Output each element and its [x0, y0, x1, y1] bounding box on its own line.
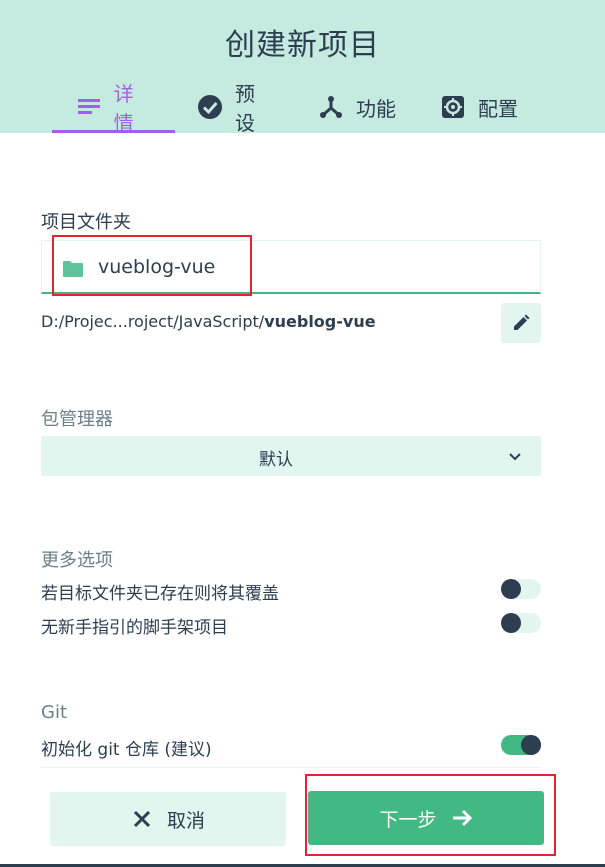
cancel-label: 取消: [166, 809, 205, 832]
toggle-knob: [521, 735, 541, 755]
git-init-label: 初始化 git 仓库 (建议): [41, 740, 212, 760]
tab-config[interactable]: 配置: [418, 88, 553, 126]
git-label: Git: [41, 702, 68, 723]
edit-path-button[interactable]: [501, 303, 541, 343]
tab-features-label: 功能: [356, 96, 396, 121]
gear-icon: [440, 94, 466, 120]
overwrite-option-label: 若目标文件夹已存在则将其覆盖: [41, 584, 279, 604]
header: 创建新项目 详情 预设 功能 配置: [0, 0, 605, 135]
package-manager-select[interactable]: 默认: [41, 436, 541, 476]
tab-features[interactable]: 功能: [296, 88, 418, 126]
no-guide-toggle[interactable]: [501, 613, 541, 633]
tab-config-label: 配置: [478, 96, 518, 121]
cancel-button[interactable]: 取消: [50, 792, 286, 846]
highlight-box-folder: [52, 235, 252, 296]
chevron-down-icon: [507, 448, 523, 464]
git-init-toggle[interactable]: [501, 735, 541, 755]
tab-bar: 详情 预设 功能 配置: [52, 82, 553, 135]
pencil-icon: [512, 314, 530, 332]
project-path: D:/Projec...roject/JavaScript/vueblog-vu…: [41, 312, 376, 331]
more-options-label: 更多选项: [41, 550, 113, 571]
list-icon: [76, 94, 102, 120]
tab-presets-label: 预设: [235, 82, 255, 135]
project-path-prefix: D:/Projec...roject/JavaScript/: [41, 312, 265, 331]
tab-details-label: 详情: [113, 82, 134, 135]
check-circle-icon: [197, 94, 223, 120]
package-manager-label: 包管理器: [41, 409, 113, 430]
package-manager-value: 默认: [259, 450, 293, 470]
project-path-folder: vueblog-vue: [264, 312, 376, 331]
tab-presets[interactable]: 预设: [175, 82, 296, 135]
project-folder-label: 项目文件夹: [41, 212, 131, 233]
close-icon: [131, 808, 153, 830]
toggle-knob: [501, 613, 521, 633]
overwrite-toggle[interactable]: [501, 579, 541, 599]
page-title: 创建新项目: [225, 28, 380, 63]
toggle-knob: [501, 579, 521, 599]
no-guide-option-label: 无新手指引的脚手架项目: [41, 618, 228, 638]
highlight-box-next: [305, 774, 556, 856]
tab-details[interactable]: 详情: [52, 82, 175, 135]
fork-icon: [318, 94, 344, 120]
divider: [41, 767, 541, 768]
